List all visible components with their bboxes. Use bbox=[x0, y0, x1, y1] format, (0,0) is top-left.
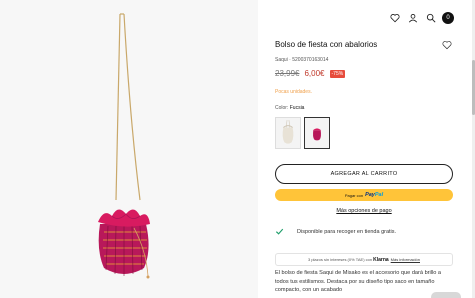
heart-icon[interactable] bbox=[387, 10, 403, 26]
check-icon bbox=[275, 228, 284, 235]
product-sku: Saqui · 5200370163014 bbox=[275, 57, 329, 63]
discount-badge: -75% bbox=[329, 69, 346, 78]
product-image[interactable] bbox=[0, 0, 258, 298]
paypal-logo-pay: Pay bbox=[365, 192, 375, 198]
sale-price: 6,00€ bbox=[304, 69, 325, 78]
swatch-white[interactable] bbox=[275, 117, 301, 149]
chat-widget[interactable] bbox=[431, 292, 461, 298]
paypal-logo: PayPal bbox=[365, 192, 383, 198]
more-payment-options-link[interactable]: Más opciones de pago bbox=[258, 208, 470, 214]
price-row: 23,99€ 6,00€ -75% bbox=[275, 69, 346, 78]
stock-note: Pocas unidades. bbox=[275, 89, 312, 95]
swatch-fuchsia[interactable] bbox=[304, 117, 330, 149]
cart-icon[interactable]: 0 bbox=[442, 12, 454, 24]
add-to-cart-button[interactable]: AGREGAR AL CARRITO bbox=[275, 164, 453, 184]
cart-count: 0 bbox=[446, 15, 450, 21]
paypal-logo-pal: Pal bbox=[374, 192, 384, 198]
klarna-info-link[interactable]: Más información bbox=[391, 257, 420, 262]
klarna-text: 3 plazos sin intereses (0% TAE) con bbox=[307, 257, 373, 262]
wishlist-heart-icon[interactable] bbox=[442, 40, 452, 50]
color-label: Color: Fucsia bbox=[275, 105, 304, 111]
color-swatches bbox=[275, 117, 330, 149]
user-icon[interactable] bbox=[405, 10, 421, 26]
color-label-prefix: Color: bbox=[275, 105, 290, 111]
store-pickup-info: Disponible para recoger en tienda gratis… bbox=[275, 227, 396, 236]
color-value: Fucsia bbox=[289, 105, 305, 111]
klarna-banner: 3 plazos sin intereses (0% TAE) con Klar… bbox=[275, 253, 453, 266]
product-description: El bolso de fiesta Saqui de Misako es el… bbox=[275, 270, 442, 293]
paypal-prefix: Pagar con bbox=[344, 192, 364, 198]
search-icon[interactable] bbox=[423, 10, 439, 26]
product-details: 0 Bolso de fiesta con abalorios Saqui · … bbox=[258, 0, 475, 298]
pickup-text: Disponible para recoger en tienda gratis… bbox=[297, 228, 397, 235]
header-toolbar: 0 bbox=[387, 10, 454, 26]
klarna-logo: Klarna bbox=[373, 256, 389, 263]
old-price: 23,99€ bbox=[275, 69, 300, 78]
paypal-button[interactable]: Pagar con PayPal bbox=[275, 189, 453, 201]
product-title: Bolso de fiesta con abalorios bbox=[275, 40, 378, 49]
product-gallery bbox=[0, 0, 258, 298]
